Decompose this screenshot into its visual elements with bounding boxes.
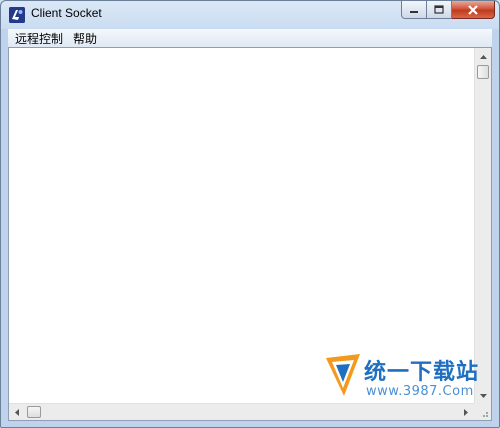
arrow-left-icon <box>15 409 19 416</box>
title-bar[interactable]: Client Socket <box>1 1 499 29</box>
watermark-url: www.3987.Com <box>366 384 474 399</box>
menu-bar: 远程控制 帮助 <box>8 29 492 48</box>
close-icon <box>468 4 478 15</box>
vertical-scroll-thumb[interactable] <box>477 65 489 79</box>
watermark: 统一下载站 www.3987.Com <box>324 350 494 406</box>
maximize-button[interactable] <box>427 1 452 19</box>
horizontal-scroll-thumb[interactable] <box>27 406 41 418</box>
arrow-right-icon <box>464 409 468 416</box>
app-icon[interactable] <box>9 7 25 23</box>
arrow-up-icon <box>479 54 487 59</box>
caption-buttons <box>401 1 495 21</box>
watermark-brand: 统一下载站 <box>364 360 480 385</box>
maximize-icon <box>434 5 444 14</box>
minimize-button[interactable] <box>401 1 427 19</box>
scroll-left-button[interactable] <box>9 404 25 421</box>
output-textarea[interactable]: 统一下载站 www.3987.Com <box>8 47 492 421</box>
watermark-logo-icon <box>326 354 360 396</box>
menu-remote-control[interactable]: 远程控制 <box>12 30 66 47</box>
menu-help[interactable]: 帮助 <box>70 30 100 47</box>
window-title: Client Socket <box>31 6 102 20</box>
close-button[interactable] <box>452 1 495 19</box>
scroll-up-button[interactable] <box>475 48 491 65</box>
app-window: Client Socket 远程控制 帮助 统一下载站 www.3987.Com <box>0 0 500 428</box>
minimize-icon <box>410 10 418 13</box>
scroll-right-button[interactable] <box>458 404 474 421</box>
